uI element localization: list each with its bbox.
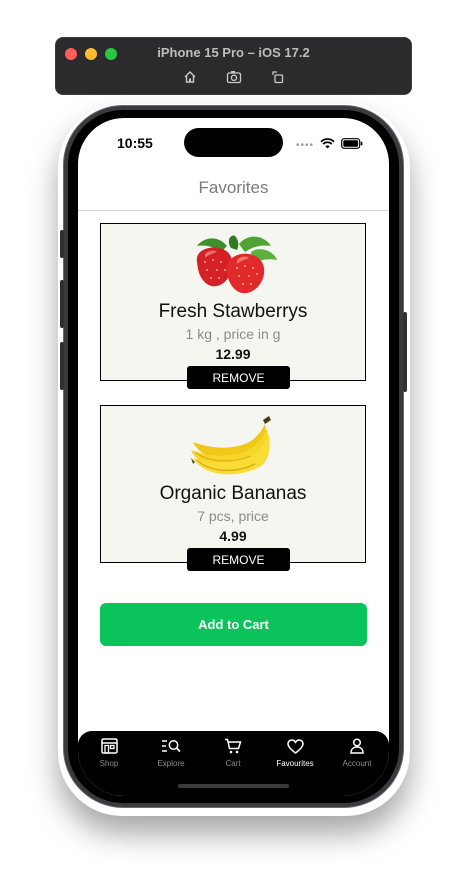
tab-explore[interactable]: Explore xyxy=(140,737,202,768)
home-icon[interactable] xyxy=(181,68,199,86)
product-name: Fresh Stawberrys xyxy=(158,301,308,322)
action-button xyxy=(60,230,64,258)
power-button xyxy=(403,312,407,392)
favorite-item-card[interactable]: Fresh Stawberrys 1 kg , price in g 12.99… xyxy=(100,223,366,389)
favorite-item-card[interactable]: Organic Bananas 7 pcs, price 4.99 REMOVE xyxy=(100,405,366,571)
tab-label: Cart xyxy=(225,759,241,768)
product-description: 1 kg , price in g xyxy=(185,326,281,342)
tab-account[interactable]: Account xyxy=(326,737,388,768)
home-indicator[interactable] xyxy=(178,784,289,788)
wifi-icon xyxy=(320,136,335,154)
page-title: Favorites xyxy=(198,178,269,197)
tab-label: Shop xyxy=(99,759,119,768)
status-icons: •••• xyxy=(296,136,363,154)
status-time: 10:55 xyxy=(117,135,153,151)
phone-screen: 10:55 •••• Favorites Fresh Stawberrys 1 … xyxy=(78,118,389,796)
cart-icon xyxy=(223,737,243,755)
volume-up-button xyxy=(60,280,64,328)
tab-label: Account xyxy=(342,759,372,768)
remove-button[interactable]: REMOVE xyxy=(187,548,290,571)
simulator-toolbar: iPhone 15 Pro – iOS 17.2 xyxy=(55,37,412,95)
volume-down-button xyxy=(60,342,64,390)
tab-label: Explore xyxy=(157,759,185,768)
tab-shop[interactable]: Shop xyxy=(78,737,140,768)
simulator-title: iPhone 15 Pro – iOS 17.2 xyxy=(157,45,310,60)
tab-favourites[interactable]: Favourites xyxy=(264,737,326,768)
header-divider xyxy=(78,210,389,211)
account-icon xyxy=(347,737,367,755)
rotate-icon[interactable] xyxy=(269,68,287,86)
product-price: 12.99 xyxy=(215,346,251,362)
strawberry-image xyxy=(196,235,277,294)
screenshot-icon[interactable] xyxy=(225,68,243,86)
product-name: Organic Bananas xyxy=(159,483,307,504)
tab-label: Favourites xyxy=(276,759,314,768)
product-description: 7 pcs, price xyxy=(197,508,269,524)
add-to-cart-button[interactable]: Add to Cart xyxy=(100,603,367,646)
banana-image xyxy=(191,416,271,475)
battery-icon xyxy=(341,136,363,154)
remove-button[interactable]: REMOVE xyxy=(187,366,290,389)
product-price: 4.99 xyxy=(219,528,247,544)
heart-icon xyxy=(285,737,305,755)
explore-icon xyxy=(161,737,181,755)
tab-cart[interactable]: Cart xyxy=(202,737,264,768)
cellular-dots-icon: •••• xyxy=(295,139,314,151)
store-icon xyxy=(99,737,119,755)
dynamic-island xyxy=(184,128,283,157)
